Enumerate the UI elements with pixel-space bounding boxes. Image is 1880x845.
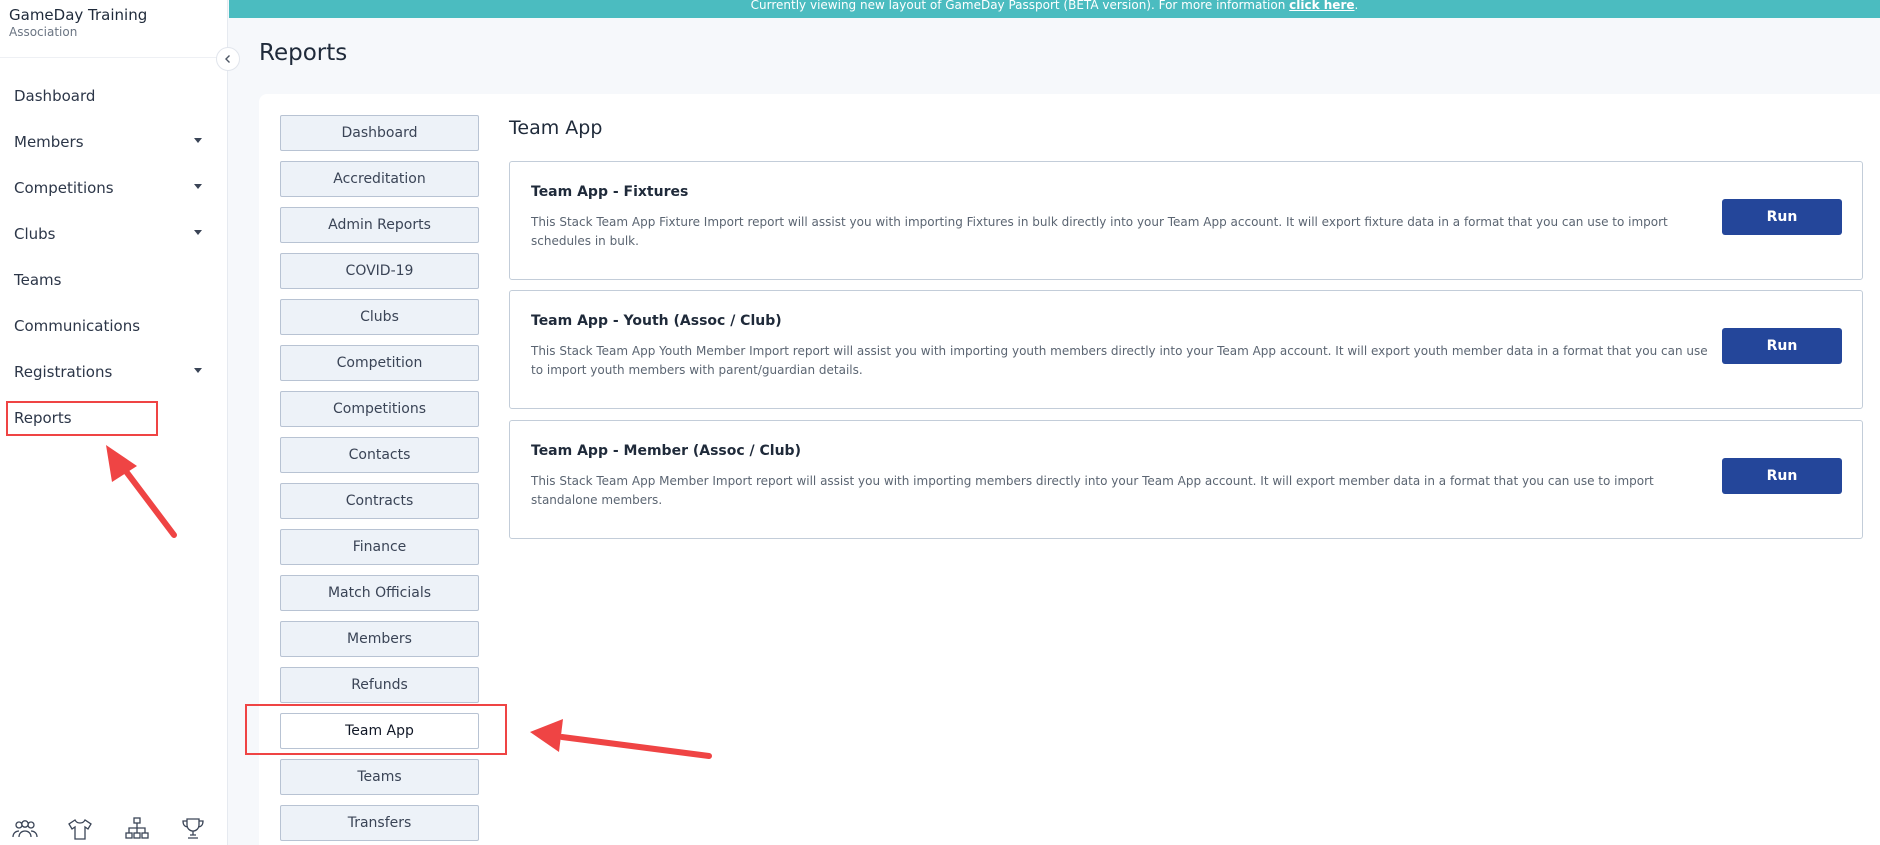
report-category-label: Contracts [345, 493, 414, 509]
report-title: Team App - Youth (Assoc / Club) [531, 313, 782, 329]
report-category-covid-19[interactable]: COVID-19 [280, 253, 479, 289]
sidebar-item-clubs[interactable]: Clubs [0, 211, 228, 257]
members-icon[interactable] [10, 815, 40, 841]
org-name: GameDay Training [9, 6, 148, 24]
report-card-member: Team App - Member (Assoc / Club) This St… [509, 420, 1863, 539]
page-title: Reports [259, 40, 348, 66]
report-category-label: Competitions [333, 401, 426, 417]
banner-link[interactable]: click here [1289, 0, 1354, 12]
report-category-teams[interactable]: Teams [280, 759, 479, 795]
report-category-label: Teams [357, 769, 402, 785]
banner-suffix: . [1354, 0, 1359, 12]
sidebar-item-label: Communications [14, 317, 141, 335]
report-category-competitions[interactable]: Competitions [280, 391, 479, 427]
org-type: Association [9, 25, 78, 39]
report-category-dashboard[interactable]: Dashboard [280, 115, 479, 151]
report-category-transfers[interactable]: Transfers [280, 805, 479, 841]
report-category-label: Match Officials [327, 585, 432, 601]
sidebar-item-label: Members [14, 133, 84, 151]
sidebar-item-teams[interactable]: Teams [0, 257, 228, 303]
report-description: This Stack Team App Member Import report… [531, 474, 1654, 507]
sidebar-item-label: Registrations [14, 363, 113, 381]
sidebar-nav: Dashboard Members Competitions Clubs Tea… [0, 73, 228, 441]
report-description: This Stack Team App Youth Member Import … [531, 344, 1708, 377]
report-category-label: Competition [336, 355, 423, 371]
sidebar-item-label: Teams [14, 271, 62, 289]
caret-down-icon [194, 138, 202, 143]
report-category-admin-reports[interactable]: Admin Reports [280, 207, 479, 243]
team-app-highlight-box [245, 704, 507, 755]
report-category-label: Contacts [348, 447, 411, 463]
org-header[interactable]: GameDay Training Association [0, 0, 228, 58]
run-button[interactable]: Run [1722, 199, 1842, 235]
report-description: This Stack Team App Fixture Import repor… [531, 215, 1668, 248]
caret-down-icon [194, 184, 202, 189]
report-card-fixtures: Team App - Fixtures This Stack Team App … [509, 161, 1863, 280]
sidebar-item-communications[interactable]: Communications [0, 303, 228, 349]
jersey-icon[interactable] [65, 815, 95, 841]
report-category-competition[interactable]: Competition [280, 345, 479, 381]
run-button[interactable]: Run [1722, 458, 1842, 494]
report-category-contracts[interactable]: Contracts [280, 483, 479, 519]
sidebar-item-label: Clubs [14, 225, 56, 243]
section-title: Team App [509, 117, 603, 139]
sidebar-item-label: Competitions [14, 179, 114, 197]
sidebar-item-members[interactable]: Members [0, 119, 228, 165]
report-category-label: Clubs [360, 309, 399, 325]
report-category-match-officials[interactable]: Match Officials [280, 575, 479, 611]
report-category-contacts[interactable]: Contacts [280, 437, 479, 473]
sidebar-item-registrations[interactable]: Registrations [0, 349, 228, 395]
report-category-accreditation[interactable]: Accreditation [280, 161, 479, 197]
report-category-label: Transfers [347, 815, 412, 831]
chevron-left-icon [225, 55, 230, 63]
reports-highlight-box [6, 401, 158, 436]
report-category-label: Accreditation [333, 171, 426, 187]
sidebar-bottom-icons [0, 805, 228, 845]
report-category-label: COVID-19 [345, 263, 414, 279]
report-category-label: Members [347, 631, 412, 647]
report-category-finance[interactable]: Finance [280, 529, 479, 565]
sidebar-item-dashboard[interactable]: Dashboard [0, 73, 228, 119]
report-category-label: Admin Reports [328, 217, 431, 233]
beta-banner: Currently viewing new layout of GameDay … [229, 0, 1880, 18]
sidebar-item-competitions[interactable]: Competitions [0, 165, 228, 211]
banner-text: Currently viewing new layout of GameDay … [750, 0, 1290, 12]
report-category-members[interactable]: Members [280, 621, 479, 657]
report-category-label: Finance [352, 539, 407, 555]
report-title: Team App - Fixtures [531, 184, 689, 200]
run-button[interactable]: Run [1722, 328, 1842, 364]
report-category-clubs[interactable]: Clubs [280, 299, 479, 335]
hierarchy-icon[interactable] [122, 815, 152, 841]
report-category-label: Refunds [351, 677, 408, 693]
report-category-label: Dashboard [341, 125, 418, 141]
sidebar-item-label: Dashboard [14, 87, 96, 105]
report-category-refunds[interactable]: Refunds [280, 667, 479, 703]
caret-down-icon [194, 230, 202, 235]
collapse-sidebar-button[interactable] [216, 47, 240, 71]
report-title: Team App - Member (Assoc / Club) [531, 443, 801, 459]
report-card-youth: Team App - Youth (Assoc / Club) This Sta… [509, 290, 1863, 409]
caret-down-icon [194, 368, 202, 373]
trophy-icon[interactable] [178, 815, 208, 841]
